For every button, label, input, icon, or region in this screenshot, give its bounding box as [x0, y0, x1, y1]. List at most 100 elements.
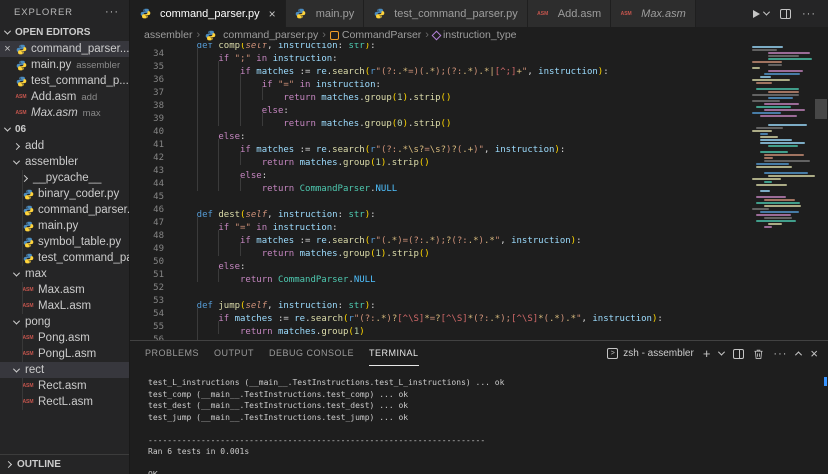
asm-icon-text: ASM: [22, 287, 33, 293]
open-editor-main-py[interactable]: main.pyassembler: [0, 57, 129, 73]
open-editor-max-asm[interactable]: ASMMax.asmmax: [0, 105, 129, 121]
panel-tab-terminal[interactable]: TERMINAL: [369, 341, 419, 366]
tree-item-pong[interactable]: pong: [0, 314, 129, 330]
code-line[interactable]: 52: [130, 282, 663, 295]
line-number: 54: [130, 308, 164, 321]
open-editor-test-command-p[interactable]: test_command_p...: [0, 73, 129, 89]
tree-item-main-py[interactable]: main.py: [0, 218, 129, 234]
indent-guide: [175, 126, 197, 139]
code-line[interactable]: 41if matches := re.search(r"(?:.*\s?=\s?…: [130, 139, 663, 152]
minimap[interactable]: [752, 43, 814, 283]
tree-item-pong-asm[interactable]: ASMPong.asm: [0, 330, 129, 346]
tree-item-max-asm[interactable]: ASMMax.asm: [0, 282, 129, 298]
editor-scrollbar[interactable]: [814, 43, 828, 340]
explorer-more-icon[interactable]: ···: [105, 6, 119, 18]
token: group: [365, 93, 392, 103]
tree-item-maxl-asm[interactable]: ASMMaxL.asm: [0, 298, 129, 314]
token: matches: [321, 119, 359, 129]
breadcrumb-item-command-parser-py[interactable]: command_parser.py: [204, 29, 318, 41]
tree-item-symbol-table-py[interactable]: symbol_table.py: [0, 234, 129, 250]
kill-terminal-icon[interactable]: [753, 348, 764, 360]
open-editors-header[interactable]: OPEN EDITORS: [0, 24, 129, 41]
minimap-line: [764, 181, 772, 183]
terminal-instance-selector[interactable]: > zsh - assembler: [607, 348, 694, 359]
code-line[interactable]: 35if matches := re.search(r"(?:.*=)(.*);…: [130, 61, 663, 74]
indent-guide: [175, 152, 197, 165]
tab-command-parser-py[interactable]: command_parser.py×: [130, 0, 286, 27]
tree-item-rectl-asm[interactable]: ASMRectL.asm: [0, 394, 129, 410]
tab-label: test_command_parser.py: [394, 8, 518, 20]
tree-item-rect[interactable]: rect: [0, 362, 129, 378]
panel-tab-debug-console[interactable]: DEBUG CONSOLE: [269, 341, 354, 366]
code-line[interactable]: 51return CommandParser.NULL: [130, 269, 663, 282]
code-line[interactable]: 54if matches := re.search(r"(?:.*)?[^\S]…: [130, 308, 663, 321]
more-actions-icon[interactable]: ···: [802, 8, 816, 20]
code-line[interactable]: 39return matches.group(0).strip(): [130, 113, 663, 126]
open-editor-label: command_parser...: [31, 43, 129, 55]
open-editor-command-parser[interactable]: × command_parser...: [0, 41, 129, 57]
tab-label: Add.asm: [558, 8, 601, 20]
code-line[interactable]: 49return matches.group(1).strip(): [130, 243, 663, 256]
code-line[interactable]: 37return matches.group(1).strip(): [130, 87, 663, 100]
token: (?:: [473, 314, 489, 324]
close-tab-icon[interactable]: ×: [269, 7, 276, 21]
minimap-line: [752, 67, 760, 69]
minimap-line: [764, 199, 795, 201]
split-editor-icon[interactable]: [780, 9, 791, 19]
tree-item-binary-coder-py[interactable]: binary_coder.py: [0, 186, 129, 202]
line-content: return matches.group(1): [164, 321, 365, 334]
minimap-line: [756, 196, 786, 198]
tree-item-command-parser-py[interactable]: command_parser.py: [0, 202, 129, 218]
tree-item-assembler[interactable]: assembler: [0, 154, 129, 170]
code-line[interactable]: 42return matches.group(1).strip(): [130, 152, 663, 165]
line-number: 35: [130, 61, 164, 74]
line-number: 42: [130, 152, 164, 165]
tree-item-pycache[interactable]: __pycache__: [0, 170, 129, 186]
token: .*: [549, 314, 560, 324]
breadcrumb-item-assembler[interactable]: assembler: [144, 29, 192, 41]
maximize-panel-icon[interactable]: [795, 351, 802, 358]
indent-guide: [22, 378, 23, 394]
root-folder-header[interactable]: 06: [0, 121, 129, 138]
code-editor[interactable]: 33def comp(self, instruction: str):34if …: [130, 43, 828, 340]
code-line[interactable]: 53def jump(self, instruction: str):: [130, 295, 663, 308]
code-line[interactable]: 34if ";" in instruction:: [130, 48, 663, 61]
tab-add-asm[interactable]: ASMAdd.asm: [528, 0, 611, 27]
scrollbar-thumb[interactable]: [815, 99, 827, 119]
minimap-line: [768, 97, 793, 99]
tree-item-pongl-asm[interactable]: ASMPongL.asm: [0, 346, 129, 362]
breadcrumb-item-instruction-type[interactable]: instruction_type: [433, 29, 517, 41]
close-editor-icon[interactable]: ×: [0, 43, 15, 55]
tree-item-test-command-parse[interactable]: test_command_parse...: [0, 250, 129, 266]
tab-max-asm[interactable]: ASMMax.asm: [611, 0, 696, 27]
code-line[interactable]: 47if "=" in instruction:: [130, 217, 663, 230]
tree-item-max[interactable]: max: [0, 266, 129, 282]
run-python-file-button[interactable]: [753, 10, 769, 18]
line-content: if matches := re.search(r"(?:.*=)(.*);(?…: [164, 61, 609, 74]
code-line[interactable]: 44return CommandParser.NULL: [130, 178, 663, 191]
new-terminal-button[interactable]: +: [703, 346, 711, 361]
split-terminal-icon[interactable]: [733, 349, 744, 359]
panel-tab-output[interactable]: OUTPUT: [214, 341, 254, 366]
token: .*: [468, 236, 479, 246]
terminal-output[interactable]: test_L_instructions (__main__.TestInstru…: [130, 366, 828, 474]
tree-item-rect-asm[interactable]: ASMRect.asm: [0, 378, 129, 394]
token: ): [359, 327, 364, 337]
panel-header: PROBLEMS OUTPUT DEBUG CONSOLE TERMINAL > zs…: [130, 341, 828, 366]
outline-header[interactable]: OUTLINE: [0, 454, 129, 474]
panel-tab-problems[interactable]: PROBLEMS: [145, 341, 199, 366]
open-editor-add-asm[interactable]: ASMAdd.asmadd: [0, 89, 129, 105]
panel-more-icon[interactable]: ···: [773, 348, 787, 360]
tab-test-command-parser-py[interactable]: test_command_parser.py: [364, 0, 528, 27]
terminal-dropdown-icon[interactable]: [718, 349, 725, 356]
indent-guide: [175, 217, 197, 230]
code-line[interactable]: 48if matches := re.search(r"(.*)=(?:.*);…: [130, 230, 663, 243]
close-panel-icon[interactable]: ×: [810, 346, 818, 361]
tree-item-add[interactable]: add: [0, 138, 129, 154]
indent-guide: [240, 243, 262, 256]
panel-tools: > zsh - assembler + ··· ×: [607, 346, 818, 361]
code-line[interactable]: 46def dest(self, instruction: str):: [130, 204, 663, 217]
tab-main-py[interactable]: main.py: [286, 0, 365, 27]
breadcrumb-item-commandparser[interactable]: CommandParser: [330, 29, 421, 41]
indent-guide: [240, 178, 262, 191]
